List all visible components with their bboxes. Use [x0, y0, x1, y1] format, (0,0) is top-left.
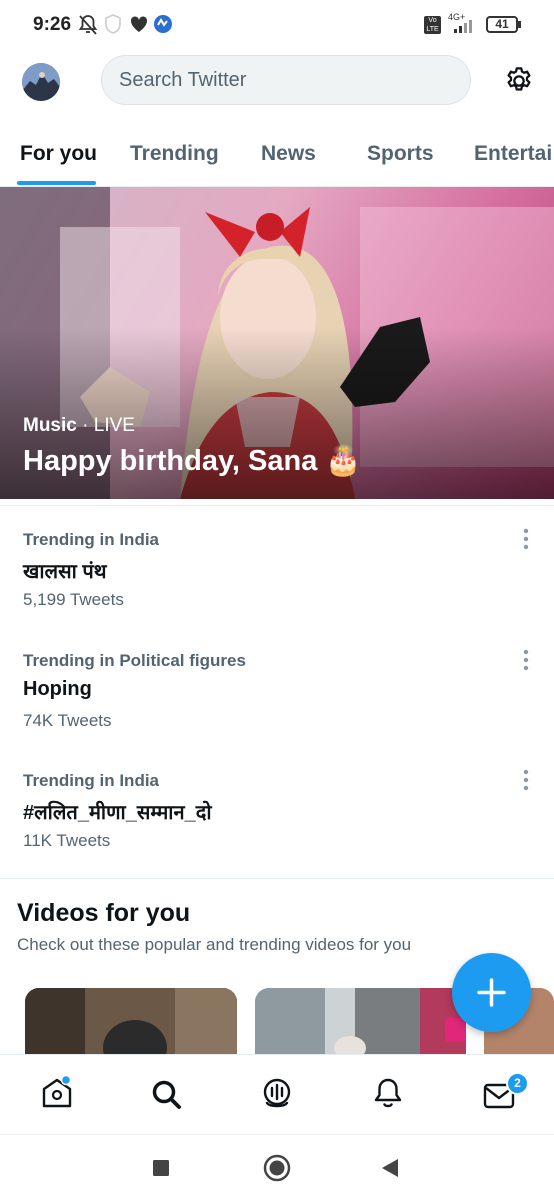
recent-apps-icon[interactable] [151, 1158, 171, 1178]
video-thumbnail-image [255, 988, 466, 1058]
battery-icon: 41 [486, 16, 518, 33]
search-input[interactable]: Search Twitter [101, 55, 471, 105]
profile-avatar[interactable] [22, 63, 60, 101]
home-button-icon[interactable] [263, 1154, 291, 1182]
volte-icon: Vo LTE [424, 16, 441, 34]
section-divider [0, 505, 554, 506]
spaces-icon[interactable] [259, 1076, 295, 1112]
more-options-icon[interactable] [521, 647, 531, 673]
trend-name: Hoping [23, 678, 92, 700]
explore-tabs: For you Trending News Sports Entertai [0, 130, 554, 187]
more-options-icon[interactable] [521, 767, 531, 793]
trend-tweet-count: 5,199 Tweets [23, 590, 124, 609]
bottom-nav-bar: 2 [0, 1054, 554, 1135]
heart-icon [130, 16, 148, 32]
status-bar: 9:26 Vo LTE 4G+ 41 [0, 0, 554, 50]
compose-tweet-button[interactable] [452, 953, 531, 1032]
video-thumbnail[interactable] [255, 988, 466, 1058]
tab-sports[interactable]: Sports [367, 142, 434, 166]
videos-section-subtitle: Check out these popular and trending vid… [17, 935, 412, 954]
system-navigation-bar [0, 1134, 554, 1201]
app-notification-icon [154, 15, 172, 33]
notifications-bell-icon[interactable] [371, 1076, 405, 1112]
hero-live-label: LIVE [93, 415, 135, 436]
video-thumbnail[interactable] [25, 988, 237, 1058]
more-options-icon[interactable] [521, 526, 531, 552]
hero-event-card[interactable]: Music · LIVE Happy birthday, Sana 🎂 [0, 187, 554, 499]
trend-item[interactable]: Trending in Political figures Hoping 74K… [0, 649, 554, 769]
tab-for-you[interactable]: For you [20, 142, 97, 166]
trend-item[interactable]: Trending in India खालसा पंथ 5,199 Tweets [0, 528, 554, 648]
battery-level: 41 [495, 17, 509, 31]
top-bar: Search Twitter [0, 50, 554, 114]
tab-news[interactable]: News [261, 142, 316, 166]
search-icon[interactable] [150, 1078, 184, 1112]
trend-context: Trending in Political figures [23, 651, 246, 670]
tab-entertainment[interactable]: Entertai [474, 142, 552, 166]
trend-tweet-count: 74K Tweets [23, 711, 112, 730]
back-icon[interactable] [380, 1157, 400, 1179]
shield-icon [105, 14, 121, 34]
hero-separator: · [76, 415, 94, 436]
hero-category: Music · LIVE [23, 415, 135, 437]
trend-context: Trending in India [23, 530, 159, 549]
trend-context: Trending in India [23, 771, 159, 790]
videos-section-title: Videos for you [17, 899, 191, 927]
trend-tweet-count: 11K Tweets [23, 831, 111, 850]
trend-item[interactable]: Trending in India #ललित_मीणा_सम्मान_दो 1… [0, 769, 554, 889]
messages-badge: 2 [506, 1072, 529, 1095]
tab-trending[interactable]: Trending [130, 142, 219, 166]
trend-name: #ललित_मीणा_सम्मान_दो [23, 802, 212, 824]
battery-tip [518, 21, 521, 28]
hero-title: Happy birthday, Sana 🎂 [23, 445, 362, 477]
home-icon[interactable] [40, 1075, 74, 1111]
video-thumbnail-image [25, 988, 237, 1058]
status-time: 9:26 [33, 14, 72, 35]
plus-icon [477, 978, 506, 1007]
section-divider [0, 878, 554, 879]
avatar-image [22, 63, 60, 101]
gear-icon[interactable] [503, 65, 535, 97]
hero-category-name: Music [23, 415, 77, 436]
trend-name: खालसा पंथ [23, 561, 107, 583]
active-tab-indicator [17, 181, 96, 185]
signal-icon [454, 20, 472, 33]
notifications-muted-icon [78, 15, 98, 35]
